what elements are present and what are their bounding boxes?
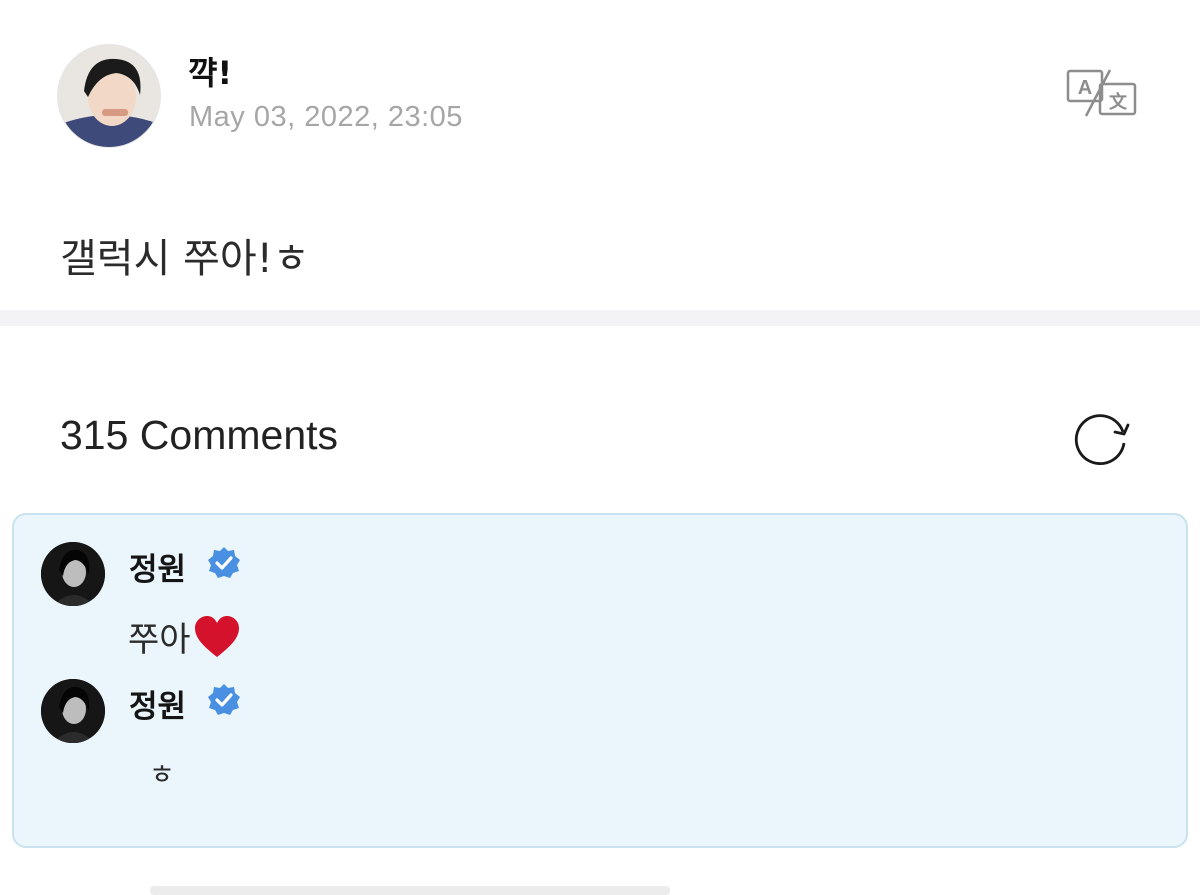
- svg-text:文: 文: [1109, 91, 1128, 112]
- verified-badge-icon: [207, 683, 241, 717]
- comment-text: ㅎ: [149, 758, 175, 791]
- commenter-avatar[interactable]: [41, 679, 105, 743]
- post-date: May 03, 2022, 23:05: [189, 101, 463, 133]
- post-body: 갤럭시 쭈아!ㅎ: [60, 236, 310, 282]
- comment-text-content: 쭈아: [128, 620, 191, 660]
- commenter-avatar[interactable]: [41, 542, 105, 606]
- commenter-name[interactable]: 정원: [129, 544, 186, 589]
- commenter-name[interactable]: 정원: [129, 681, 186, 726]
- heart-emoji-icon: [193, 615, 241, 659]
- refresh-button[interactable]: [1072, 412, 1134, 466]
- next-item-edge: [150, 886, 670, 895]
- commenter-photo-icon: [41, 679, 105, 743]
- highlighted-comments-panel: 정원 쭈아 정원 ㅎ: [12, 513, 1188, 848]
- comment-item: 정원 ㅎ: [14, 677, 1186, 807]
- comment-item: 정원 쭈아: [14, 540, 1186, 670]
- svg-text:A: A: [1078, 77, 1092, 99]
- comment-text: 쭈아: [128, 612, 241, 661]
- author-name[interactable]: 꺅!: [188, 48, 232, 94]
- section-divider: [0, 310, 1200, 326]
- comments-count: 315 Comments: [60, 412, 339, 458]
- commenter-photo-icon: [41, 542, 105, 606]
- translate-icon: A 文: [1066, 69, 1137, 117]
- verified-badge-icon: [207, 546, 241, 580]
- author-avatar[interactable]: [57, 44, 161, 148]
- avatar-photo-icon: [58, 45, 160, 147]
- translate-button[interactable]: A 文: [1066, 68, 1138, 118]
- refresh-icon: [1074, 414, 1130, 465]
- post-header: 꺅! May 03, 2022, 23:05 A 文: [0, 0, 1200, 180]
